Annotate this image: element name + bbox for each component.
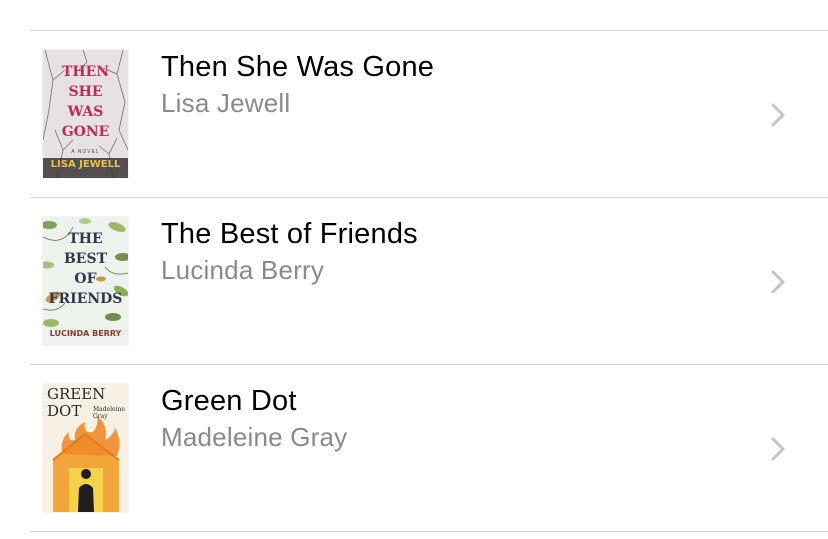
cover-title-line: THEN	[61, 64, 110, 80]
cover-title-line: SHE	[68, 84, 103, 100]
cover-title-line: GONE	[61, 124, 110, 140]
cover-author: LISA JEWELL	[50, 159, 121, 170]
cover-title-line: GREEN	[47, 385, 106, 403]
book-author: Madeleine Gray	[161, 422, 348, 452]
cover-subtitle: A NOVEL	[71, 149, 100, 155]
book-row-then-she-was-gone[interactable]: THEN SHE WAS GONE A NOVEL LISA JEWELL Th…	[0, 31, 828, 198]
cover-title-line: OF	[74, 271, 97, 287]
book-cover-then-she-was-gone: THEN SHE WAS GONE A NOVEL LISA JEWELL	[43, 50, 128, 178]
chevron-right-icon	[771, 103, 785, 127]
cover-title-line: FRIENDS	[48, 291, 123, 307]
book-author: Lucinda Berry	[161, 255, 325, 285]
cover-title-line: BEST	[63, 251, 108, 267]
book-title: The Best of Friends	[161, 218, 418, 250]
book-cover-green-dot: GREEN DOT Madeleine Gray	[43, 384, 128, 512]
cover-author: Madeleine Gray	[93, 406, 125, 420]
book-cover-the-best-of-friends: THE BEST OF FRIENDS LUCINDA BERRY	[43, 217, 128, 345]
chevron-right-icon	[771, 437, 785, 461]
book-title: Then She Was Gone	[161, 51, 435, 83]
book-title: Green Dot	[161, 385, 297, 417]
cover-title-line: THE	[68, 231, 103, 247]
row-separator	[30, 531, 828, 532]
book-author: Lisa Jewell	[161, 88, 291, 118]
cover-title-line: WAS	[67, 104, 104, 120]
book-row-the-best-of-friends[interactable]: THE BEST OF FRIENDS LUCINDA BERRY The Be…	[0, 198, 828, 365]
book-row-green-dot[interactable]: GREEN DOT Madeleine Gray Green Dot Madel…	[0, 365, 828, 532]
chevron-right-icon	[771, 270, 785, 294]
cover-author: LUCINDA BERRY	[49, 329, 122, 338]
